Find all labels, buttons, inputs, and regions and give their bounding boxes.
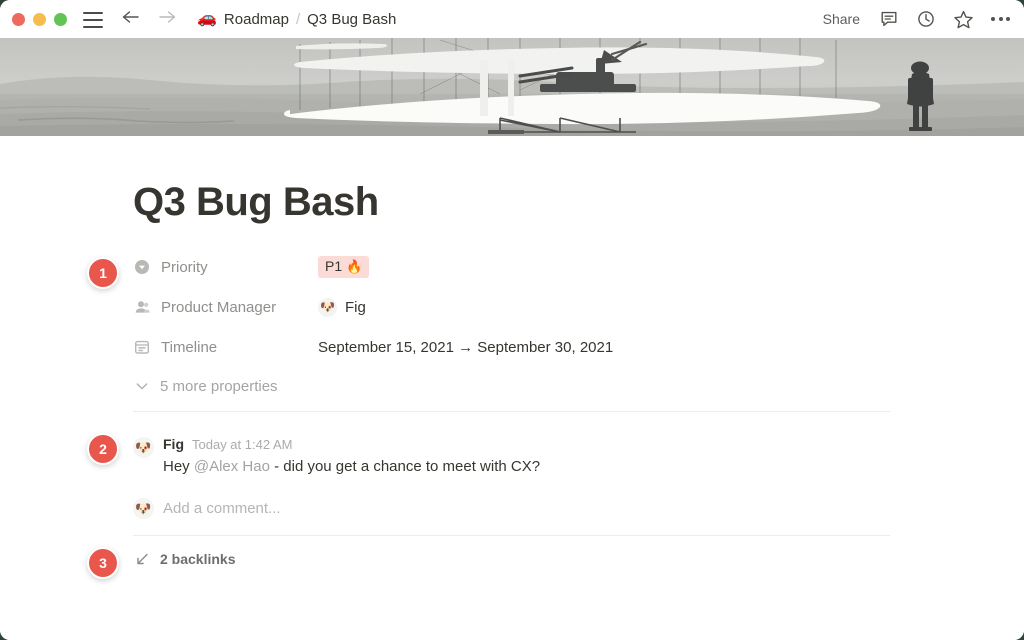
comment-author[interactable]: Fig: [163, 436, 184, 452]
property-list: Priority P1 🔥 Product Manager 🐶 Fig Time…: [133, 253, 893, 399]
property-value-priority[interactable]: P1 🔥: [318, 256, 370, 278]
arrow-down-left-icon: [133, 550, 150, 567]
navigation-arrows: [121, 9, 177, 30]
add-comment-input[interactable]: Add a comment...: [163, 500, 281, 517]
property-label-timeline[interactable]: Timeline: [133, 339, 318, 356]
ellipsis-dot: [991, 17, 995, 21]
callout-badge-2: 2: [87, 433, 119, 465]
chevron-down-icon: [133, 378, 150, 395]
ellipsis-icon[interactable]: [991, 17, 1010, 21]
property-label-text: Product Manager: [161, 298, 277, 316]
ellipsis-dot: [998, 17, 1003, 21]
breadcrumb-current[interactable]: Q3 Bug Bash: [307, 11, 396, 28]
comment-section: 🐶 Fig Today at 1:42 AM Hey @Alex Hao - d…: [133, 436, 893, 519]
page-content: Q3 Bug Bash Priority P1 🔥 Product Manage…: [0, 136, 1024, 640]
hamburger-menu-icon[interactable]: [83, 11, 103, 28]
backlinks-label: 2 backlinks: [160, 550, 236, 567]
priority-tag-text: P1: [325, 258, 343, 275]
hamburger-line: [83, 18, 103, 21]
property-row-priority: Priority P1 🔥: [133, 253, 893, 281]
traffic-lights: [12, 12, 67, 26]
breadcrumb: 🚗 Roadmap / Q3 Bug Bash: [197, 11, 396, 28]
titlebar-actions: Share: [823, 0, 1010, 38]
breadcrumb-parent[interactable]: Roadmap: [224, 11, 289, 28]
car-emoji-icon: 🚗: [197, 10, 217, 27]
hamburger-line: [83, 25, 103, 28]
minimize-window-button[interactable]: [33, 12, 46, 26]
breadcrumb-separator: /: [295, 10, 301, 28]
comment-header: Fig Today at 1:42 AM: [163, 436, 893, 452]
app-window: 🚗 Roadmap / Q3 Bug Bash Share Q3 Bug Bas…: [0, 0, 1024, 640]
callout-badge-3: 3: [87, 547, 119, 579]
property-value-timeline[interactable]: September 15, 2021 → September 30, 2021: [318, 339, 613, 356]
calendar-property-icon: [133, 339, 150, 356]
product-manager-name: Fig: [345, 298, 366, 316]
avatar: 🐶: [318, 297, 337, 317]
share-button[interactable]: Share: [823, 11, 860, 27]
person-property-icon: [133, 299, 150, 316]
arrow-right-icon[interactable]: [157, 9, 177, 30]
divider: [133, 535, 890, 536]
select-property-icon: [133, 259, 150, 276]
avatar: 🐶: [133, 498, 154, 519]
property-label-text: Timeline: [161, 338, 218, 356]
arrow-left-icon[interactable]: [121, 9, 141, 30]
mention-link[interactable]: @Alex Hao: [194, 458, 270, 475]
maximize-window-button[interactable]: [54, 12, 67, 26]
avatar: 🐶: [133, 437, 154, 458]
comment-icon[interactable]: [879, 9, 899, 29]
clock-icon[interactable]: [916, 9, 936, 29]
comment-text-after: - did you get a chance to meet with CX?: [269, 458, 541, 475]
property-label-product-manager[interactable]: Product Manager: [133, 299, 318, 316]
hamburger-line: [83, 11, 103, 14]
property-row-timeline: Timeline September 15, 2021 → September …: [133, 333, 893, 361]
comment-timestamp: Today at 1:42 AM: [192, 437, 293, 452]
priority-tag[interactable]: P1 🔥: [318, 256, 370, 278]
comment-text[interactable]: Hey @Alex Hao - did you get a chance to …: [163, 456, 893, 477]
add-comment-row[interactable]: 🐶 Add a comment...: [133, 497, 893, 519]
ellipsis-dot: [1006, 17, 1010, 21]
comment-text-before: Hey: [163, 458, 194, 475]
property-value-product-manager[interactable]: 🐶 Fig: [318, 297, 366, 317]
backlinks-toggle[interactable]: 2 backlinks: [133, 550, 236, 567]
title-bar: 🚗 Roadmap / Q3 Bug Bash Share: [0, 0, 1024, 38]
more-properties-toggle[interactable]: 5 more properties: [133, 373, 893, 399]
close-window-button[interactable]: [12, 12, 25, 26]
cover-illustration: [0, 38, 1024, 136]
comment-body: Fig Today at 1:42 AM Hey @Alex Hao - did…: [163, 436, 893, 477]
fire-emoji-icon: 🔥: [346, 258, 363, 274]
property-label-text: Priority: [161, 258, 208, 276]
property-label-priority[interactable]: Priority: [133, 259, 318, 276]
cover-image[interactable]: [0, 38, 1024, 136]
callout-badge-1: 1: [87, 257, 119, 289]
divider: [133, 411, 890, 412]
property-row-product-manager: Product Manager 🐶 Fig: [133, 293, 893, 321]
more-properties-label: 5 more properties: [160, 377, 278, 395]
star-icon[interactable]: [953, 9, 974, 30]
comment-item: 🐶 Fig Today at 1:42 AM Hey @Alex Hao - d…: [133, 436, 893, 477]
page-title[interactable]: Q3 Bug Bash: [133, 180, 379, 224]
